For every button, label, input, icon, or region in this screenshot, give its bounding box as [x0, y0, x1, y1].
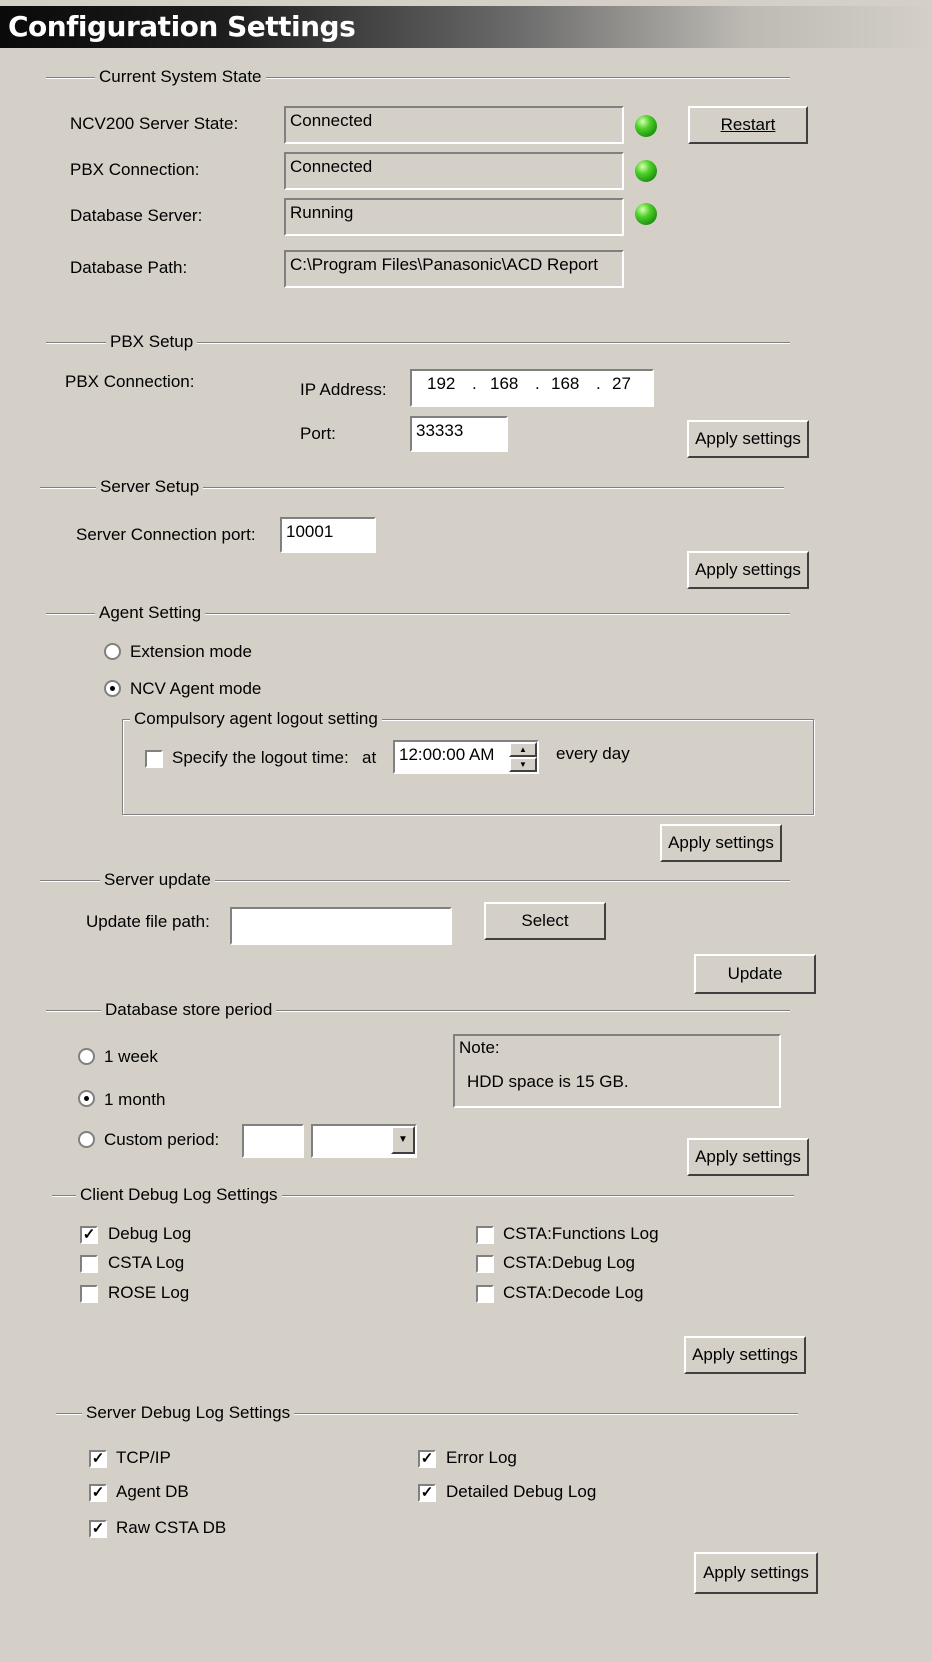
server-port-label: Server Connection port:: [76, 525, 256, 544]
client-debug-log-label[interactable]: Debug Log: [108, 1224, 191, 1244]
client-csta-decode-checkbox[interactable]: [476, 1285, 494, 1303]
pbx-connection-led-icon: [635, 160, 657, 182]
server-error-log-checkbox[interactable]: ✓: [418, 1450, 436, 1468]
page-title: Configuration Settings: [8, 10, 356, 43]
at-label: at: [362, 748, 377, 767]
database-server-label: Database Server:: [70, 206, 203, 225]
logout-group-heading: Compulsory agent logout setting: [130, 709, 382, 729]
client-csta-debug-checkbox[interactable]: [476, 1255, 494, 1273]
section-heading-server-debug: Server Debug Log Settings: [82, 1403, 295, 1423]
client-debug-apply-button[interactable]: Apply settings: [684, 1336, 806, 1374]
note-title: Note:: [459, 1038, 500, 1057]
server-state-label: NCV200 Server State:: [70, 114, 239, 133]
logout-time-label[interactable]: Specify the logout time:: [172, 748, 349, 768]
database-path-field: C:\Program Files\Panasonic\ACD Report: [284, 250, 624, 288]
update-file-path-input[interactable]: [230, 907, 452, 945]
client-csta-functions-checkbox[interactable]: [476, 1226, 494, 1244]
client-csta-functions-label[interactable]: CSTA:Functions Log: [503, 1224, 659, 1244]
server-detailed-debug-label[interactable]: Detailed Debug Log: [446, 1482, 596, 1502]
ip-dot: .: [535, 374, 540, 393]
ip-octet-1[interactable]: 192: [427, 374, 455, 394]
server-raw-csta-db-checkbox[interactable]: ✓: [89, 1520, 107, 1538]
server-debug-apply-button[interactable]: Apply settings: [694, 1552, 818, 1594]
note-box: Note: HDD space is 15 GB.: [453, 1034, 781, 1108]
client-csta-log-checkbox[interactable]: [80, 1255, 98, 1273]
ip-address-input[interactable]: 192 . 168 . 168 . 27: [410, 369, 654, 407]
section-heading-server-update: Server update: [100, 870, 215, 890]
port-label: Port:: [300, 424, 336, 443]
section-heading-agent-setting: Agent Setting: [95, 603, 206, 623]
pbx-connection-label: PBX Connection:: [70, 160, 200, 179]
restart-button[interactable]: Restart: [688, 106, 808, 144]
server-port-input[interactable]: 10001: [280, 517, 376, 553]
ncv-agent-mode-radio[interactable]: [104, 680, 121, 697]
agent-apply-button[interactable]: Apply settings: [660, 824, 782, 862]
logout-time-checkbox[interactable]: [145, 750, 163, 768]
server-error-log-label[interactable]: Error Log: [446, 1448, 517, 1468]
server-agent-db-label[interactable]: Agent DB: [116, 1482, 189, 1502]
port-input[interactable]: 33333: [410, 416, 508, 452]
ip-octet-4[interactable]: 27: [612, 374, 631, 394]
ncv-agent-mode-label[interactable]: NCV Agent mode: [130, 679, 261, 699]
update-button[interactable]: Update: [694, 954, 816, 994]
section-heading-client-debug: Client Debug Log Settings: [76, 1185, 282, 1205]
extension-mode-radio[interactable]: [104, 643, 121, 660]
server-detailed-debug-checkbox[interactable]: ✓: [418, 1484, 436, 1502]
custom-period-input[interactable]: [242, 1124, 304, 1158]
ip-dot: .: [596, 374, 601, 393]
server-tcpip-label[interactable]: TCP/IP: [116, 1448, 171, 1468]
period-1-month-label[interactable]: 1 month: [104, 1090, 165, 1110]
section-heading-server-setup: Server Setup: [96, 477, 204, 497]
server-raw-csta-db-label[interactable]: Raw CSTA DB: [116, 1518, 226, 1538]
ip-address-label: IP Address:: [300, 380, 387, 399]
time-spinner[interactable]: ▲ ▼: [509, 742, 537, 772]
client-rose-log-checkbox[interactable]: [80, 1285, 98, 1303]
client-debug-log-checkbox[interactable]: ✓: [80, 1226, 98, 1244]
pbx-connection-field: Connected: [284, 152, 624, 190]
period-custom-radio[interactable]: [78, 1131, 95, 1148]
ip-octet-2[interactable]: 168: [490, 374, 518, 394]
client-csta-debug-label[interactable]: CSTA:Debug Log: [503, 1253, 635, 1273]
spin-up-icon[interactable]: ▲: [509, 742, 537, 757]
ip-octet-3[interactable]: 168: [551, 374, 579, 394]
period-1-week-radio[interactable]: [78, 1048, 95, 1065]
client-csta-decode-label[interactable]: CSTA:Decode Log: [503, 1283, 643, 1303]
server-state-led-icon: [635, 115, 657, 137]
database-server-led-icon: [635, 203, 657, 225]
server-tcpip-checkbox[interactable]: ✓: [89, 1450, 107, 1468]
ip-dot: .: [472, 374, 477, 393]
restart-label: Restart: [720, 115, 776, 134]
extension-mode-label[interactable]: Extension mode: [130, 642, 252, 662]
client-rose-log-label[interactable]: ROSE Log: [108, 1283, 189, 1303]
server-apply-button[interactable]: Apply settings: [687, 551, 809, 589]
period-custom-label[interactable]: Custom period:: [104, 1130, 219, 1150]
section-heading-system-state: Current System State: [95, 67, 266, 87]
section-heading-pbx-setup: PBX Setup: [106, 332, 198, 352]
spin-down-icon[interactable]: ▼: [509, 757, 537, 772]
period-1-week-label[interactable]: 1 week: [104, 1047, 158, 1067]
every-day-label: every day: [556, 744, 630, 763]
section-heading-db-store: Database store period: [101, 1000, 277, 1020]
custom-period-unit-select[interactable]: ▼: [311, 1124, 417, 1158]
title-bar: Configuration Settings: [0, 6, 932, 48]
db-store-apply-button[interactable]: Apply settings: [687, 1138, 809, 1176]
pbx-connection-setup-label: PBX Connection:: [65, 372, 195, 391]
update-file-path-label: Update file path:: [86, 912, 210, 931]
note-text: HDD space is 15 GB.: [467, 1072, 629, 1091]
database-server-field: Running: [284, 198, 624, 236]
pbx-apply-button[interactable]: Apply settings: [687, 420, 809, 458]
logout-time-value[interactable]: 12:00:00 AM: [399, 745, 494, 764]
server-agent-db-checkbox[interactable]: ✓: [89, 1484, 107, 1502]
dropdown-arrow-icon[interactable]: ▼: [391, 1126, 415, 1154]
server-state-field: Connected: [284, 106, 624, 144]
client-csta-log-label[interactable]: CSTA Log: [108, 1253, 184, 1273]
select-file-button[interactable]: Select: [484, 902, 606, 940]
period-1-month-radio[interactable]: [78, 1090, 95, 1107]
database-path-label: Database Path:: [70, 258, 188, 277]
